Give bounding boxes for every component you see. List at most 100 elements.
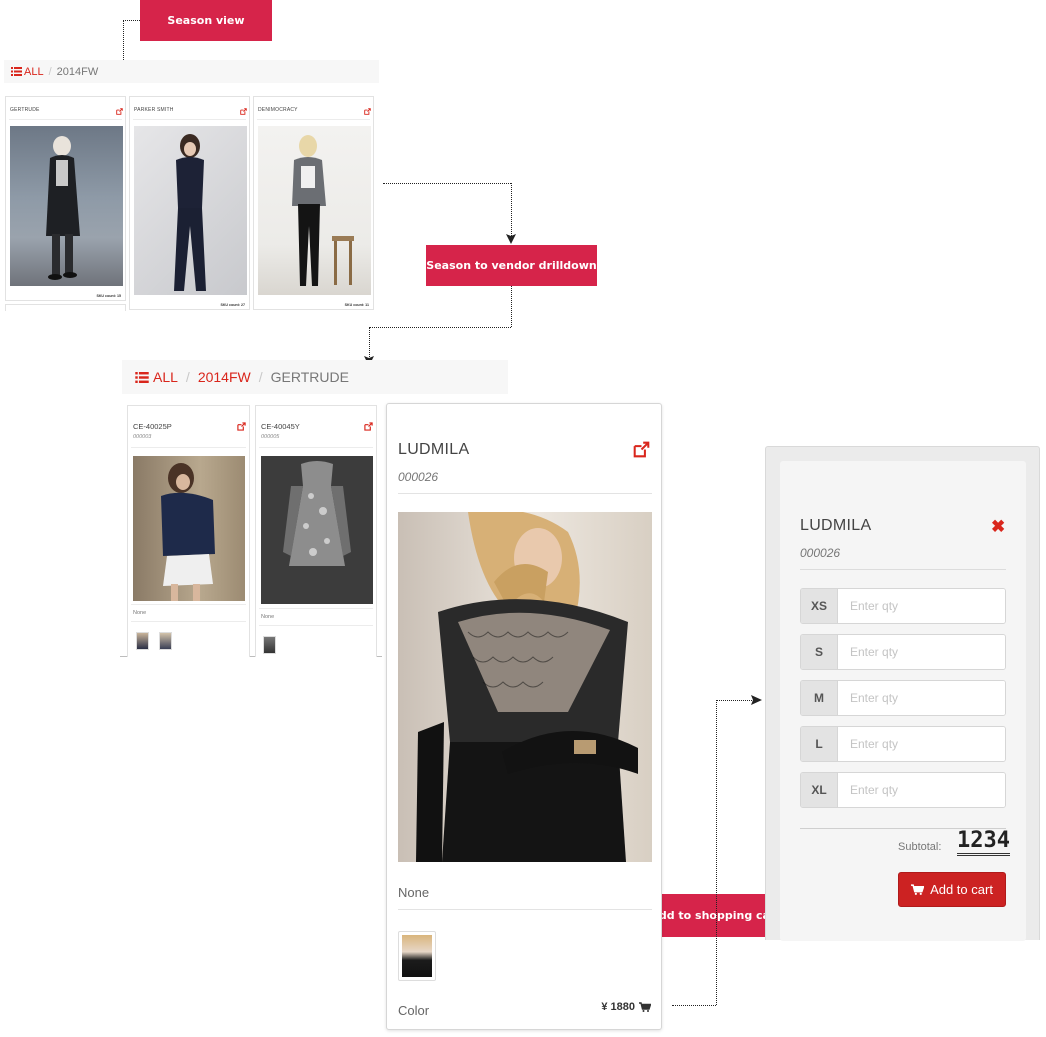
size-label: XS: [801, 589, 838, 623]
qty-input-xl[interactable]: [838, 773, 1005, 807]
qty-input-l[interactable]: [838, 727, 1005, 761]
breadcrumb-separator: /: [258, 369, 263, 385]
product-description: None: [398, 885, 430, 900]
close-icon[interactable]: ✖: [991, 517, 1005, 537]
size-qty-row-xs: XS: [800, 588, 1006, 624]
connector-line: [716, 700, 754, 701]
product-code: CE-40045Y: [261, 422, 300, 431]
external-link-icon[interactable]: [240, 108, 247, 115]
breadcrumb-all-link[interactable]: ALL: [11, 66, 44, 78]
size-qty-row-l: L: [800, 726, 1006, 762]
size-label: L: [801, 727, 838, 761]
cart-product-id: 000026: [800, 546, 841, 560]
divider: [259, 447, 373, 448]
qty-input-m[interactable]: [838, 681, 1005, 715]
product-photo[interactable]: [258, 126, 371, 295]
callout-season-to-vendor: Season to vendor drilldown: [426, 245, 597, 286]
product-photo[interactable]: [261, 456, 373, 604]
price-add-to-cart-link[interactable]: ¥ 1880: [601, 1001, 651, 1013]
product-photo[interactable]: [133, 456, 245, 601]
arrow-head-icon: [506, 234, 516, 244]
size-qty-row-m: M: [800, 680, 1006, 716]
color-label: Color: [398, 1003, 430, 1018]
product-photo[interactable]: [134, 126, 247, 295]
subtotal-value: 1234: [957, 829, 1010, 856]
color-thumbnail-image: [402, 935, 432, 977]
product-card[interactable]: CE-40045Y 000005 None: [255, 405, 377, 657]
color-thumbnail[interactable]: [136, 632, 149, 650]
model-figure: [416, 512, 638, 862]
external-link-icon[interactable]: [237, 422, 246, 431]
vendor-card[interactable]: GERTRUDE SKU count: 15: [5, 96, 126, 301]
product-id: 000026: [398, 470, 439, 484]
connector-line: [716, 700, 717, 1005]
vendor-name: DENIMOCRACY: [258, 107, 298, 113]
product-id: 000003: [133, 434, 152, 440]
external-link-icon[interactable]: [364, 108, 371, 115]
divider: [398, 909, 652, 910]
product-photo[interactable]: [398, 512, 652, 862]
size-label: M: [801, 681, 838, 715]
qty-input-xs[interactable]: [838, 589, 1005, 623]
sku-count: SKU count: 15: [96, 294, 121, 298]
vendor-name: GERTRUDE: [10, 107, 40, 113]
product-id: 000005: [261, 434, 280, 440]
breadcrumb-season-link[interactable]: 2014FW: [198, 369, 251, 385]
breadcrumb-separator: /: [48, 65, 52, 78]
breadcrumb-all-label: ALL: [24, 65, 44, 78]
connector-line: [511, 183, 512, 236]
cart-product-name: LUDMILA: [800, 517, 872, 534]
divider: [131, 447, 246, 448]
size-label: S: [801, 635, 838, 669]
list-icon: [11, 67, 22, 76]
connector-line: [511, 286, 512, 327]
breadcrumb-current: 2014FW: [56, 65, 99, 78]
breadcrumb-current: GERTRUDE: [270, 369, 349, 385]
add-to-cart-button[interactable]: Add to cart: [898, 872, 1006, 907]
shopping-cart-icon: [639, 1002, 651, 1012]
external-link-icon[interactable]: [364, 422, 373, 431]
color-thumbnail[interactable]: [263, 636, 276, 654]
list-icon: [135, 371, 149, 383]
product-photo[interactable]: [10, 126, 123, 286]
model-figure: [292, 135, 354, 286]
external-link-icon[interactable]: [633, 441, 650, 458]
connector-line: [369, 327, 370, 357]
cart-panel: LUDMILA ✖ 000026 XS S M L XL Subtotal: 1…: [765, 446, 1040, 941]
product-detail-card: LUDMILA 000026 None Color ¥ 1880: [386, 403, 662, 1030]
arrow-head-icon: [751, 695, 762, 705]
breadcrumb-all-link[interactable]: ALL: [135, 369, 178, 385]
callout-season-view: Season view: [140, 0, 272, 41]
breadcrumb: ALL / 2014FW: [4, 60, 379, 83]
product-description: None: [133, 610, 147, 616]
product-price: ¥ 1880: [601, 1001, 635, 1013]
breadcrumb: ALL / 2014FW / GERTRUDE: [122, 360, 508, 394]
size-qty-row-xl: XL: [800, 772, 1006, 808]
divider: [131, 604, 246, 605]
divider: [800, 569, 1006, 570]
divider: [133, 119, 246, 120]
product-card[interactable]: CE-40025P 000003 None: [127, 405, 250, 657]
color-thumbnail[interactable]: [398, 931, 436, 981]
dress-figure: [283, 461, 351, 566]
vendor-name: PARKER SMITH: [134, 107, 174, 113]
divider: [398, 493, 652, 494]
connector-line: [369, 327, 511, 328]
external-link-icon[interactable]: [116, 108, 123, 115]
qty-input-s[interactable]: [838, 635, 1005, 669]
model-figure: [161, 463, 215, 601]
sku-count: SKU count: 11: [344, 303, 369, 307]
vendor-card[interactable]: PARKER SMITH SKU count: 27: [129, 96, 250, 310]
divider: [259, 625, 373, 626]
size-label: XL: [801, 773, 838, 807]
add-to-cart-label: Add to cart: [930, 882, 993, 897]
connector-line: [672, 1005, 716, 1006]
vendor-card[interactable]: DENIMOCRACY SKU count: 11: [253, 96, 374, 310]
product-description: None: [261, 614, 275, 620]
sku-count: SKU count: 27: [220, 303, 245, 307]
color-thumbnail[interactable]: [159, 632, 172, 650]
divider: [259, 608, 373, 609]
divider: [257, 119, 370, 120]
size-qty-row-s: S: [800, 634, 1006, 670]
product-code: CE-40025P: [133, 422, 172, 431]
